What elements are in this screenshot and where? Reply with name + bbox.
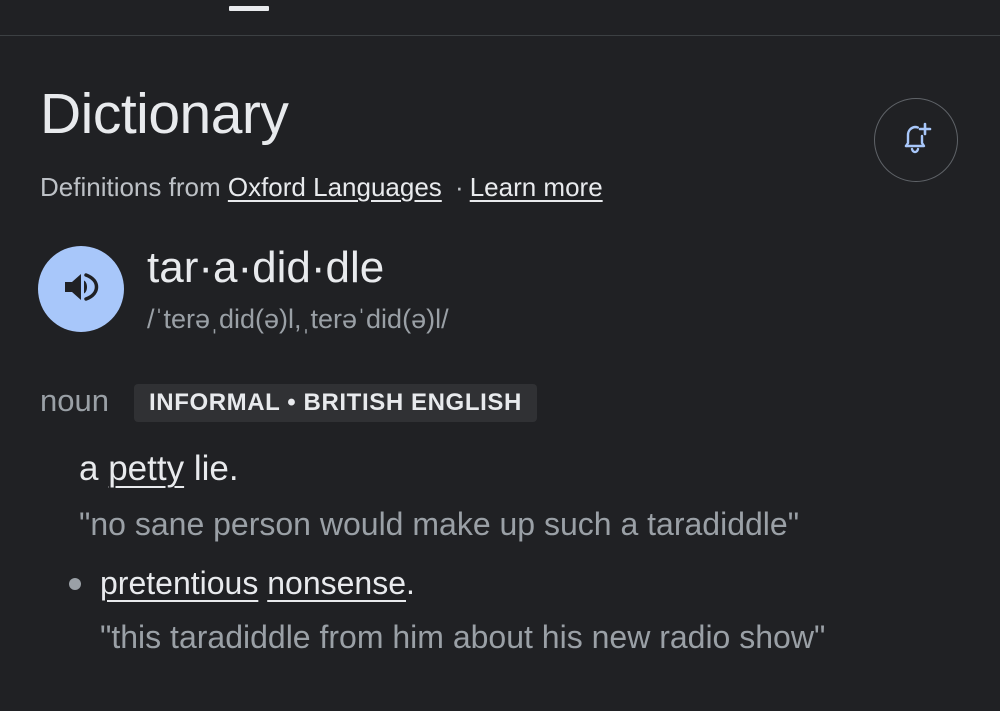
bell-plus-icon	[896, 118, 936, 163]
definition-2-space	[258, 565, 267, 601]
definition-2: pretentious nonsense.	[100, 563, 415, 603]
speaker-icon	[61, 267, 101, 312]
dictionary-card: Dictionary Definitions from Oxford Langu…	[0, 0, 1000, 711]
oxford-languages-link[interactable]: Oxford Languages	[228, 172, 442, 202]
source-line: Definitions from Oxford Languages · Learn…	[40, 171, 603, 203]
example-2: "this taradiddle from him about his new …	[100, 619, 826, 655]
example-1: "no sane person would make up such a tar…	[79, 506, 800, 542]
usage-label-badge: INFORMAL • BRITISH ENGLISH	[134, 384, 537, 422]
definition-2-suffix: .	[406, 565, 415, 601]
tab-indicator	[229, 6, 269, 11]
source-prefix: Definitions from	[40, 172, 221, 202]
separator-dot: ·	[455, 172, 464, 202]
page-title: Dictionary	[40, 82, 289, 146]
pronunciation-speaker-button[interactable]	[38, 246, 124, 332]
definition-1-suffix: lie.	[184, 449, 239, 488]
phonetic-spelling: /ˈterəˌdid(ə)l,ˌterəˈdid(ə)l/	[147, 304, 449, 334]
part-of-speech: noun	[40, 383, 109, 418]
bullet-dot	[69, 578, 81, 590]
learn-more-link[interactable]: Learn more	[470, 172, 603, 202]
headword: tar·a·did·dle	[147, 243, 385, 292]
definition-1: a petty lie.	[79, 448, 239, 490]
nonsense-link[interactable]: nonsense	[267, 565, 406, 601]
divider	[0, 35, 1000, 36]
definition-1-prefix: a	[79, 449, 109, 488]
create-alert-button[interactable]	[874, 98, 958, 182]
pretentious-link[interactable]: pretentious	[100, 565, 258, 601]
petty-link[interactable]: petty	[108, 449, 184, 488]
